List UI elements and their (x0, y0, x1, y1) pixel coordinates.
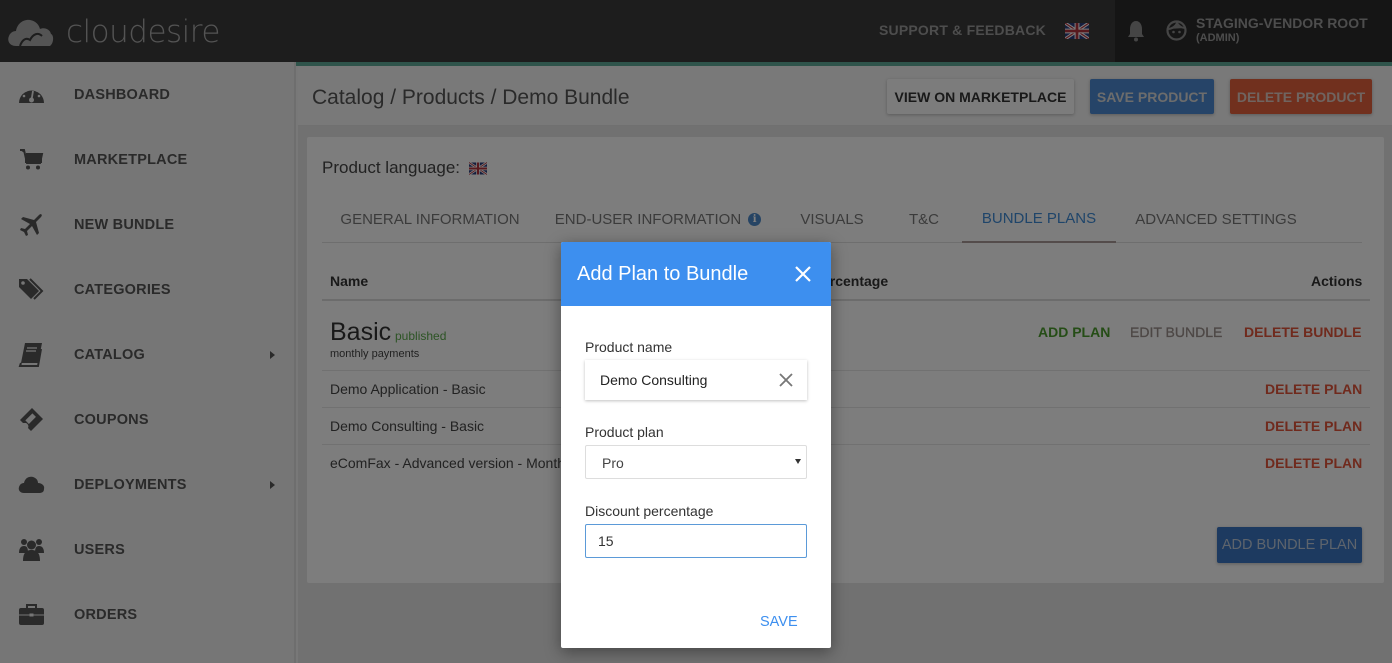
clear-icon[interactable] (779, 373, 793, 387)
product-plan-select[interactable]: Pro (585, 445, 807, 479)
close-icon[interactable] (793, 264, 813, 284)
product-name-value: Demo Consulting (600, 372, 708, 388)
discount-input[interactable] (598, 533, 788, 549)
product-plan-value: Pro (602, 455, 624, 471)
save-button[interactable]: SAVE (760, 614, 798, 630)
product-plan-label: Product plan (585, 424, 664, 440)
add-plan-dialog: Add Plan to Bundle Product name Demo Con… (561, 242, 831, 648)
dialog-header: Add Plan to Bundle (561, 242, 831, 306)
product-name-label: Product name (585, 339, 673, 355)
dialog-title: Add Plan to Bundle (577, 263, 749, 285)
discount-field[interactable] (585, 524, 807, 558)
discount-label: Discount percentage (585, 503, 714, 519)
product-name-field[interactable]: Demo Consulting (585, 360, 807, 400)
caret-down-icon (795, 459, 801, 464)
